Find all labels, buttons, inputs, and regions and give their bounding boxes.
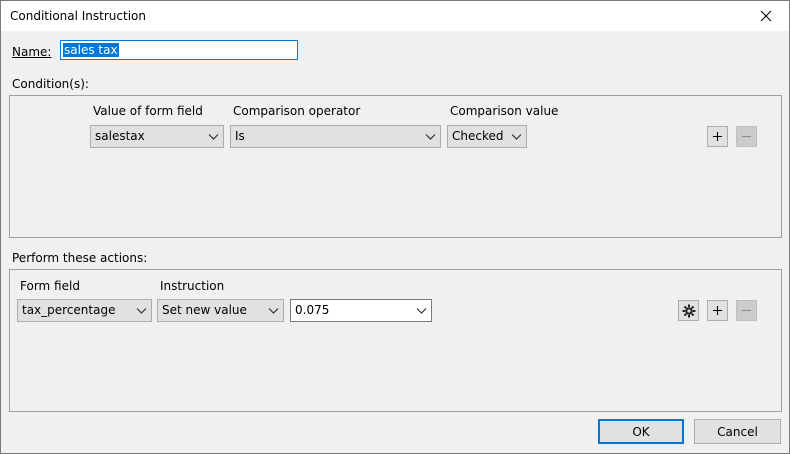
condition-form-field-value: salestax bbox=[95, 129, 145, 143]
action-value-text: 0.075 bbox=[295, 303, 330, 317]
chevron-down-icon bbox=[208, 134, 219, 140]
window-title: Conditional Instruction bbox=[10, 9, 146, 23]
dialog-window: Conditional Instruction Name: sales tax … bbox=[0, 0, 790, 454]
name-label: Name: bbox=[12, 45, 51, 59]
chevron-down-icon bbox=[268, 308, 279, 314]
condition-operator-value: Is bbox=[235, 129, 245, 143]
chevron-down-icon bbox=[511, 134, 522, 140]
chevron-down-icon bbox=[416, 308, 427, 314]
header-instruction: Instruction bbox=[160, 279, 225, 293]
ok-button-label: OK bbox=[632, 424, 650, 439]
condition-operator-select[interactable]: Is bbox=[230, 125, 441, 148]
actions-label: Perform these actions: bbox=[12, 251, 148, 265]
header-form-field-value: Value of form field bbox=[93, 104, 203, 118]
title-bar[interactable]: Conditional Instruction bbox=[1, 1, 789, 31]
ok-button[interactable]: OK bbox=[598, 419, 684, 444]
name-label-text: Name: bbox=[12, 45, 52, 59]
chevron-down-icon bbox=[425, 134, 436, 140]
chevron-down-icon bbox=[136, 308, 147, 314]
add-action-button[interactable] bbox=[707, 300, 728, 321]
condition-form-field-select[interactable]: salestax bbox=[90, 125, 224, 148]
header-comparison-value: Comparison value bbox=[450, 104, 559, 118]
condition-value-select[interactable]: Checked bbox=[447, 125, 527, 148]
header-comparison-operator: Comparison operator bbox=[233, 104, 361, 118]
action-instruction-select[interactable]: Set new value bbox=[157, 299, 284, 322]
action-settings-button[interactable] bbox=[678, 300, 699, 321]
header-form-field: Form field bbox=[20, 279, 80, 293]
action-form-field-select[interactable]: tax_percentage bbox=[17, 299, 152, 322]
name-input[interactable]: sales tax bbox=[60, 40, 298, 60]
action-instruction-value: Set new value bbox=[162, 303, 247, 317]
cancel-button-label: Cancel bbox=[717, 424, 758, 439]
condition-value-value: Checked bbox=[452, 129, 504, 143]
action-value-combobox[interactable]: 0.075 bbox=[290, 299, 432, 322]
name-input-value: sales tax bbox=[63, 43, 119, 57]
add-condition-button[interactable] bbox=[707, 126, 728, 147]
cancel-button[interactable]: Cancel bbox=[694, 419, 781, 444]
minus-icon bbox=[742, 135, 751, 138]
close-button[interactable] bbox=[743, 1, 789, 31]
conditions-group: Value of form field Comparison operator … bbox=[9, 95, 782, 238]
minus-icon bbox=[742, 309, 751, 312]
remove-action-button[interactable] bbox=[736, 300, 757, 321]
plus-icon bbox=[713, 132, 722, 141]
plus-icon bbox=[713, 306, 722, 315]
gear-icon bbox=[682, 304, 695, 317]
remove-condition-button[interactable] bbox=[736, 126, 757, 147]
conditions-label: Condition(s): bbox=[12, 77, 89, 91]
close-icon bbox=[760, 10, 772, 22]
action-form-field-value: tax_percentage bbox=[22, 303, 116, 317]
actions-group: Form field Instruction tax_percentage Se… bbox=[9, 269, 782, 412]
